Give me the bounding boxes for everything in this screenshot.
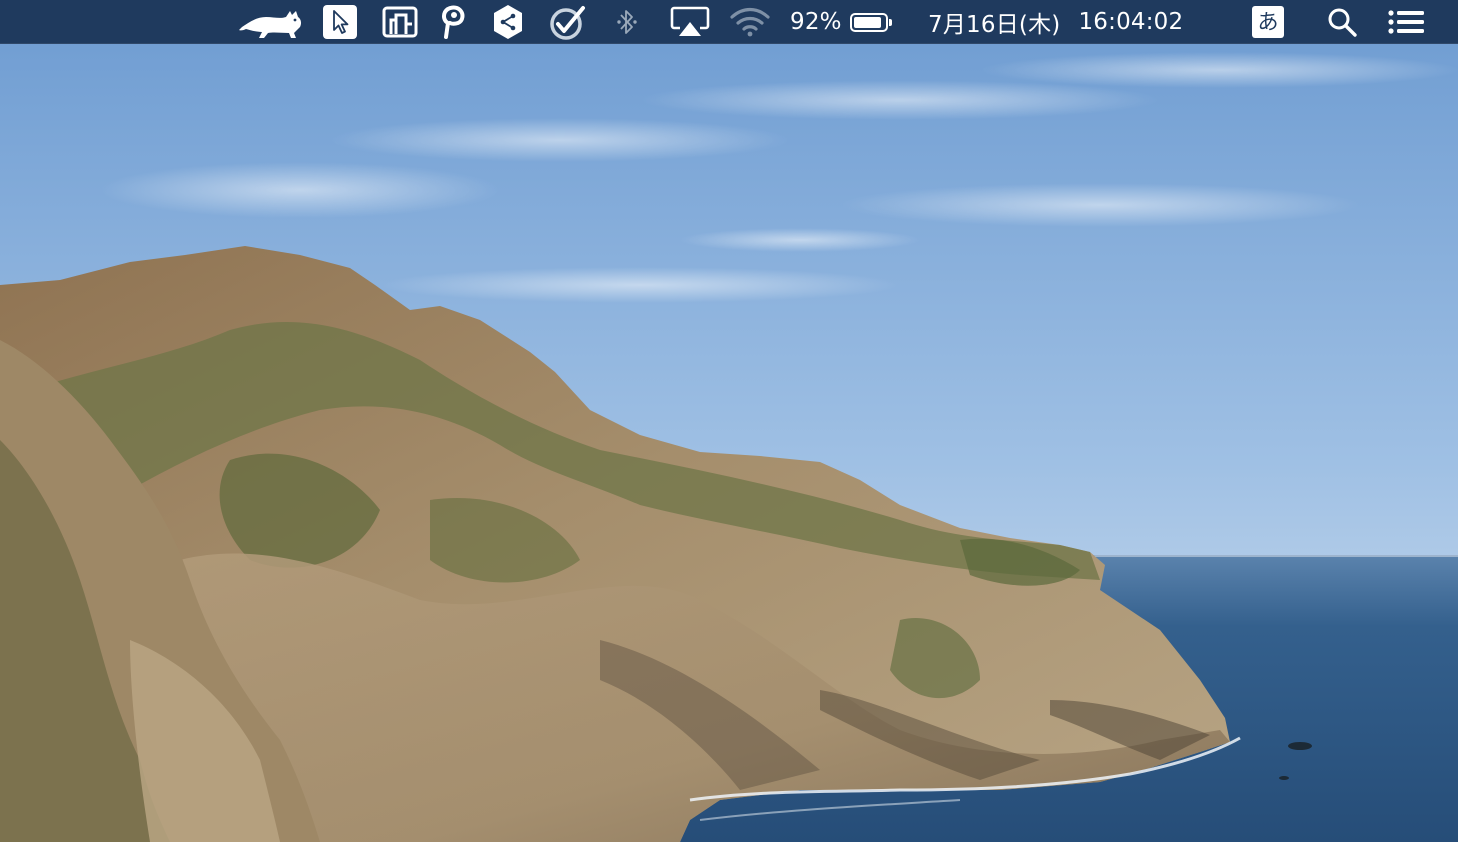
p-menu-extra[interactable]	[438, 0, 468, 44]
omnifocus-check-icon	[550, 6, 585, 40]
cursor-pro-menu-extra[interactable]	[320, 0, 360, 44]
list-icon	[1388, 10, 1424, 34]
battery-body	[849, 12, 888, 32]
battery-menu-extra[interactable]: 92%	[790, 0, 902, 44]
wifi-icon	[730, 7, 770, 37]
clock-menu-extra[interactable]: 7月16日(木) 16:04:02	[928, 0, 1224, 44]
cube-share-icon	[494, 5, 522, 39]
clock-date: 7月16日(木)	[928, 12, 1061, 38]
wifi-menu-extra[interactable]	[728, 0, 772, 44]
battery-percent: 92%	[790, 9, 842, 35]
runcat-menu-extra[interactable]	[236, 0, 306, 44]
input-method-menu-extra[interactable]: あ	[1250, 0, 1286, 44]
input-method-label: あ	[1257, 9, 1279, 34]
battery-level	[853, 16, 882, 28]
cursor-pro-icon	[323, 5, 357, 39]
desktop-wallpaper	[0, 0, 1458, 842]
spotlight-button[interactable]	[1324, 0, 1360, 44]
notification-center-button[interactable]	[1384, 0, 1428, 44]
battery-icon	[849, 12, 892, 32]
search-icon	[1328, 8, 1357, 37]
magnet-menu-extra[interactable]	[380, 0, 420, 44]
airplay-icon	[670, 6, 710, 36]
airplay-menu-extra[interactable]	[668, 0, 712, 44]
battery-cap	[888, 18, 892, 26]
bluetooth-icon	[617, 10, 637, 34]
clock-time: 16:04:02	[1078, 9, 1184, 35]
desktop-screen: 92% 7月16日(木) 16:04:02 あ	[0, 0, 1458, 842]
share-menu-extra[interactable]	[490, 0, 526, 44]
bluetooth-menu-extra[interactable]	[612, 0, 642, 44]
cat-icon	[239, 11, 302, 38]
menu-bar: 92% 7月16日(木) 16:04:02 あ	[0, 0, 1458, 44]
parking-icon	[442, 5, 465, 39]
input-method-icon: あ	[1252, 6, 1284, 38]
tasks-menu-extra[interactable]	[547, 0, 587, 44]
magnet-icon	[382, 6, 418, 38]
